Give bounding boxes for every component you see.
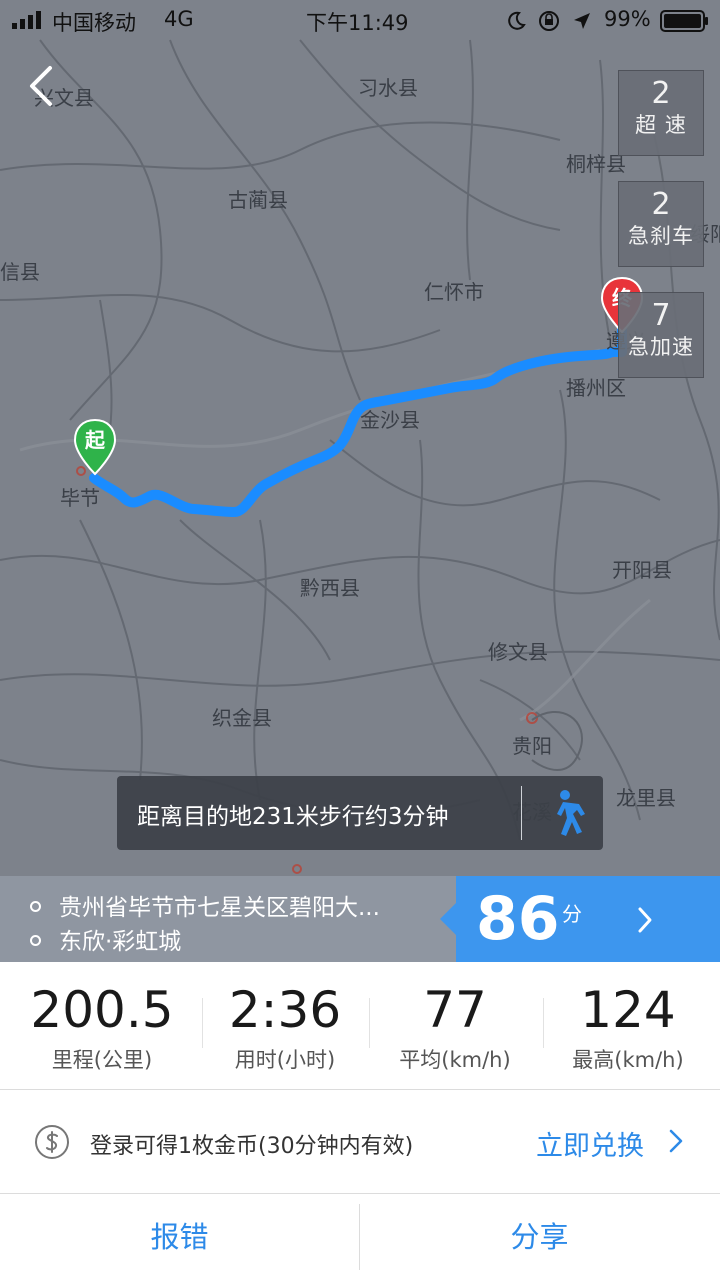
battery-percent: 99% <box>604 7 651 31</box>
battery-icon <box>660 10 708 32</box>
tip-divider <box>521 786 522 840</box>
report-error-button[interactable]: 报错 <box>0 1194 359 1280</box>
stat-duration: 2:36 用时(小时) <box>200 980 370 1074</box>
back-arrow-icon <box>30 66 52 106</box>
hard-brake-count-box[interactable]: 2 急刹车 <box>618 181 704 267</box>
walking-distance-tip[interactable]: 距离目的地231米步行约3分钟 <box>117 776 603 850</box>
hard-accel-label: 急加速 <box>628 335 694 359</box>
score-unit: 分 <box>562 902 582 926</box>
stat-value: 2:36 <box>228 981 342 1039</box>
stat-label: 里程(公里) <box>51 1048 153 1072</box>
route-map[interactable]: 兴文县 习水县 桐梓县 古蔺县 绥阳 信县 仁怀市 遵义 播州区 金沙县 毕节 … <box>0 0 720 876</box>
chevron-right-icon[interactable] <box>668 1128 684 1154</box>
place-label: 金沙县 <box>360 408 420 432</box>
origin-row: 贵州省毕节市七星关区碧阳大... <box>30 888 380 922</box>
start-marker[interactable]: 起 <box>72 418 118 478</box>
place-label: 习水县 <box>358 76 418 100</box>
start-marker-label: 起 <box>85 428 105 452</box>
place-label: 龙里县 <box>616 786 676 810</box>
score-notch <box>440 903 456 935</box>
place-label: 桐梓县 <box>566 152 626 176</box>
place-label: 仁怀市 <box>424 280 484 304</box>
walking-person-icon[interactable] <box>543 788 587 838</box>
speeding-count: 2 <box>651 76 671 111</box>
driving-score-button[interactable]: 86 分 <box>456 876 720 962</box>
hard-accel-count-box[interactable]: 7 急加速 <box>618 292 704 378</box>
status-bar: 中国移动 4G 下午11:49 99% <box>0 0 720 40</box>
coin-promo-row[interactable]: 登录可得1枚金币(30分钟内有效) 立即兑换 <box>0 1090 720 1194</box>
coin-promo-text: 登录可得1枚金币(30分钟内有效) <box>90 1134 414 1159</box>
hard-accel-count: 7 <box>651 298 671 333</box>
rotation-lock-icon <box>539 11 559 31</box>
place-label: 信县 <box>0 260 40 284</box>
bottom-action-bar: 报错 分享 <box>0 1194 720 1280</box>
speeding-count-box[interactable]: 2 超 速 <box>618 70 704 156</box>
place-label: 黔西县 <box>300 576 360 600</box>
place-label: 播州区 <box>566 376 626 400</box>
status-time: 下午11:49 <box>306 11 409 35</box>
origin-dot-icon <box>30 901 41 912</box>
back-button[interactable] <box>22 62 66 110</box>
place-label: 毕节 <box>60 486 100 510</box>
moon-icon <box>508 11 526 30</box>
route-line <box>89 320 627 517</box>
place-label: 贵阳 <box>512 734 552 758</box>
stat-label: 平均(km/h) <box>399 1048 511 1072</box>
destination-dot-icon <box>30 935 41 946</box>
stat-label: 用时(小时) <box>234 1048 336 1072</box>
hard-brake-label: 急刹车 <box>628 224 694 248</box>
place-label: 古蔺县 <box>228 188 288 212</box>
stat-value: 124 <box>580 981 676 1039</box>
trip-stats: 200.5 里程(公里) 2:36 用时(小时) 77 平均(km/h) 124… <box>0 962 720 1090</box>
hard-brake-count: 2 <box>651 187 671 222</box>
chevron-right-icon <box>638 907 652 933</box>
stat-average-speed: 77 平均(km/h) <box>370 980 540 1074</box>
place-label: 开阳县 <box>612 558 672 582</box>
location-arrow-icon <box>574 13 590 29</box>
signal-icon <box>12 11 41 29</box>
carrier-name: 中国移动 <box>52 11 136 35</box>
stat-value: 200.5 <box>30 981 174 1039</box>
network-type: 4G <box>164 7 194 31</box>
stat-label: 最高(km/h) <box>572 1048 684 1072</box>
place-label: 织金县 <box>212 706 272 730</box>
destination-address: 东欣·彩虹城 <box>59 929 182 955</box>
dollar-coin-icon <box>35 1125 69 1159</box>
stat-max-speed: 124 最高(km/h) <box>543 980 713 1074</box>
place-label: 修文县 <box>488 640 548 664</box>
driving-score: 86 <box>476 884 560 954</box>
walking-distance-text: 距离目的地231米步行约3分钟 <box>137 804 449 830</box>
speeding-label: 超 速 <box>635 113 687 137</box>
share-button[interactable]: 分享 <box>360 1194 719 1280</box>
stat-value: 77 <box>423 981 487 1039</box>
redeem-now-link[interactable]: 立即兑换 <box>536 1124 644 1163</box>
stat-distance: 200.5 里程(公里) <box>17 980 187 1074</box>
destination-row: 东欣·彩虹城 <box>30 922 181 956</box>
origin-address: 贵州省毕节市七星关区碧阳大... <box>59 895 380 921</box>
